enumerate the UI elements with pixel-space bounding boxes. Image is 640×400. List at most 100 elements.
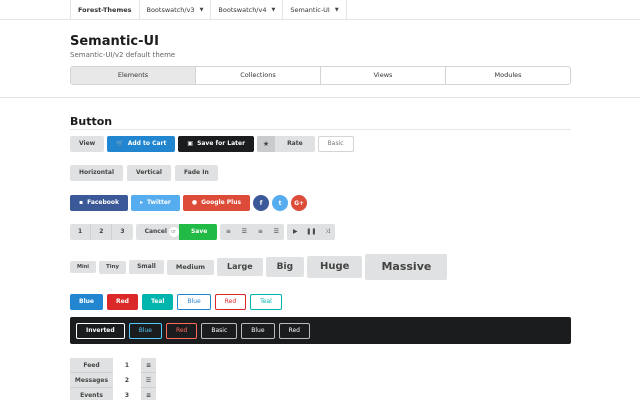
twitter-button[interactable]: ▸ Twitter <box>131 195 180 211</box>
facebook-circular-button[interactable]: f <box>253 195 270 211</box>
huge-button[interactable]: Huge <box>307 256 363 278</box>
star-icon: ★ <box>257 136 276 152</box>
google-plus-icon: ● <box>191 199 198 206</box>
caret-down-icon: ▼ <box>199 6 204 13</box>
tab-modules[interactable]: Modules <box>446 67 570 84</box>
header-divider <box>0 97 640 98</box>
basic-red-button[interactable]: Red <box>214 294 247 310</box>
nav-label: Bootswatch/v4 <box>218 5 267 14</box>
inverted-red-button[interactable]: Red <box>165 322 198 339</box>
number-button[interactable]: 1 <box>70 224 92 240</box>
page-header: Semantic-UI Semantic-UI/v2 default theme <box>70 34 570 59</box>
tab-elements[interactable]: Elements <box>71 67 196 84</box>
play-icon[interactable]: ▶ <box>287 224 303 240</box>
inverted-basic-red-button[interactable]: Red <box>278 322 310 339</box>
inverted-button[interactable]: Inverted <box>76 322 125 339</box>
button-label: Add to Cart <box>127 140 167 147</box>
shuffle-icon[interactable]: ⤨ <box>319 224 335 240</box>
align-justify-icon[interactable]: ☰ <box>268 224 284 240</box>
align-right-icon[interactable]: ≡ <box>141 388 156 400</box>
align-left-icon[interactable]: ≡ <box>141 358 156 373</box>
feed-button[interactable]: Feed <box>70 358 113 373</box>
button-label: Rate <box>275 136 315 152</box>
facebook-icon: ▪ <box>79 199 84 206</box>
save-button[interactable]: Save <box>178 224 218 240</box>
caret-down-icon: ▼ <box>271 6 276 13</box>
group-button-row: 1 2 3 Cancel or Save ≡ ☰ ≡ ☰ ▶ ❚❚ ⤨ <box>70 224 338 240</box>
twitter-icon: ▸ <box>140 199 144 206</box>
tab-views[interactable]: Views <box>321 67 446 84</box>
number-button[interactable]: 2 <box>91 224 113 240</box>
media-button-group: ▶ ❚❚ ⤨ <box>287 224 336 240</box>
size-button-row: Mini Tiny Small Medium Large Big Huge Ma… <box>70 254 448 280</box>
big-button[interactable]: Big <box>265 257 305 277</box>
events-button[interactable]: Events <box>70 388 113 400</box>
pause-icon[interactable]: ❚❚ <box>303 224 319 240</box>
google-plus-button[interactable]: ● Google Plus <box>182 195 251 211</box>
vertical-button-groups: Feed 1 ≡ Messages 2 ☰ Events 3 ≡ <box>70 358 158 400</box>
caret-down-icon: ▼ <box>334 6 339 13</box>
facebook-button[interactable]: ▪ Facebook <box>70 195 129 211</box>
inverted-segment: Inverted Blue Red Basic Blue Red <box>70 317 571 344</box>
align-button-group: ≡ ☰ ≡ ☰ <box>220 224 285 240</box>
number-button-group: 1 2 3 <box>70 224 133 240</box>
button-label: Save for Later <box>197 140 246 147</box>
social-button-row: ▪ Facebook ▸ Twitter ● Google Plus f t G+ <box>70 195 310 211</box>
nav-dropdown-bootswatch-v3[interactable]: Bootswatch/v3 ▼ <box>140 0 212 20</box>
button-row-1: View 🛒 Add to Cart ▣ Save for Later ★ Rate … <box>70 136 357 152</box>
inverted-blue-button[interactable]: Blue <box>128 322 162 339</box>
twitter-circular-button[interactable]: t <box>272 195 289 211</box>
mini-button[interactable]: Mini <box>70 261 96 273</box>
number-button[interactable]: 1 <box>115 358 139 373</box>
align-center-icon[interactable]: ☰ <box>141 373 156 388</box>
nav-label: Bootswatch/v3 <box>146 5 195 14</box>
teal-button[interactable]: Teal <box>141 294 174 310</box>
brand-link[interactable]: Forest-Themes <box>71 0 140 20</box>
inverted-basic-button[interactable]: Basic <box>201 322 238 339</box>
fade-in-animated-button[interactable]: Fade In <box>174 165 218 181</box>
medium-button[interactable]: Medium <box>166 259 215 275</box>
google-plus-circular-button[interactable]: G+ <box>291 195 308 211</box>
horizontal-animated-button[interactable]: Horizontal <box>70 165 124 181</box>
view-button[interactable]: View <box>70 136 105 152</box>
or-divider: or <box>168 227 179 237</box>
cart-icon: 🛒 <box>116 140 124 147</box>
top-navbar: Forest-Themes Bootswatch/v3 ▼ Bootswatch/… <box>0 0 640 20</box>
small-button[interactable]: Small <box>129 260 164 274</box>
add-to-cart-button[interactable]: 🛒 Add to Cart <box>107 136 176 152</box>
messages-button[interactable]: Messages <box>70 373 113 388</box>
nav-dropdown-bootswatch-v4[interactable]: Bootswatch/v4 ▼ <box>211 0 284 20</box>
align-center-icon[interactable]: ☰ <box>236 224 252 240</box>
button-row-2: Horizontal Vertical Fade In <box>70 165 222 181</box>
section-rule <box>70 129 571 130</box>
button-label: Google Plus <box>201 199 242 206</box>
number-button[interactable]: 2 <box>115 373 139 388</box>
massive-button[interactable]: Massive <box>365 254 448 280</box>
save-icon: ▣ <box>187 140 194 147</box>
basic-button[interactable]: Basic <box>317 136 354 152</box>
section-title: Button <box>70 115 113 128</box>
nav-label: Semantic-UI <box>290 5 330 14</box>
nav-dropdown-semantic-ui[interactable]: Semantic-UI ▼ <box>283 0 347 20</box>
section-tabs: Elements Collections Views Modules <box>70 66 571 85</box>
basic-blue-button[interactable]: Blue <box>177 294 211 310</box>
align-right-icon[interactable]: ≡ <box>252 224 268 240</box>
align-left-icon[interactable]: ≡ <box>220 224 236 240</box>
page-subtitle: Semantic-UI/v2 default theme <box>70 51 176 59</box>
red-button[interactable]: Red <box>106 294 138 310</box>
button-label: Facebook <box>87 199 120 206</box>
number-button[interactable]: 3 <box>115 388 139 400</box>
inverted-basic-blue-button[interactable]: Blue <box>241 322 275 339</box>
rate-button[interactable]: ★ Rate <box>257 136 315 152</box>
basic-teal-button[interactable]: Teal <box>250 294 282 310</box>
page-title: Semantic-UI <box>70 34 159 49</box>
vertical-animated-button[interactable]: Vertical <box>127 165 171 181</box>
large-button[interactable]: Large <box>217 258 263 276</box>
save-for-later-button[interactable]: ▣ Save for Later <box>178 136 255 152</box>
blue-button[interactable]: Blue <box>70 294 103 310</box>
tiny-button[interactable]: Tiny <box>98 260 127 274</box>
tab-collections[interactable]: Collections <box>196 67 321 84</box>
cancel-or-save-group: Cancel or Save <box>135 224 218 240</box>
number-button[interactable]: 3 <box>112 224 132 240</box>
color-button-row: Blue Red Teal Blue Red Teal <box>70 294 286 310</box>
